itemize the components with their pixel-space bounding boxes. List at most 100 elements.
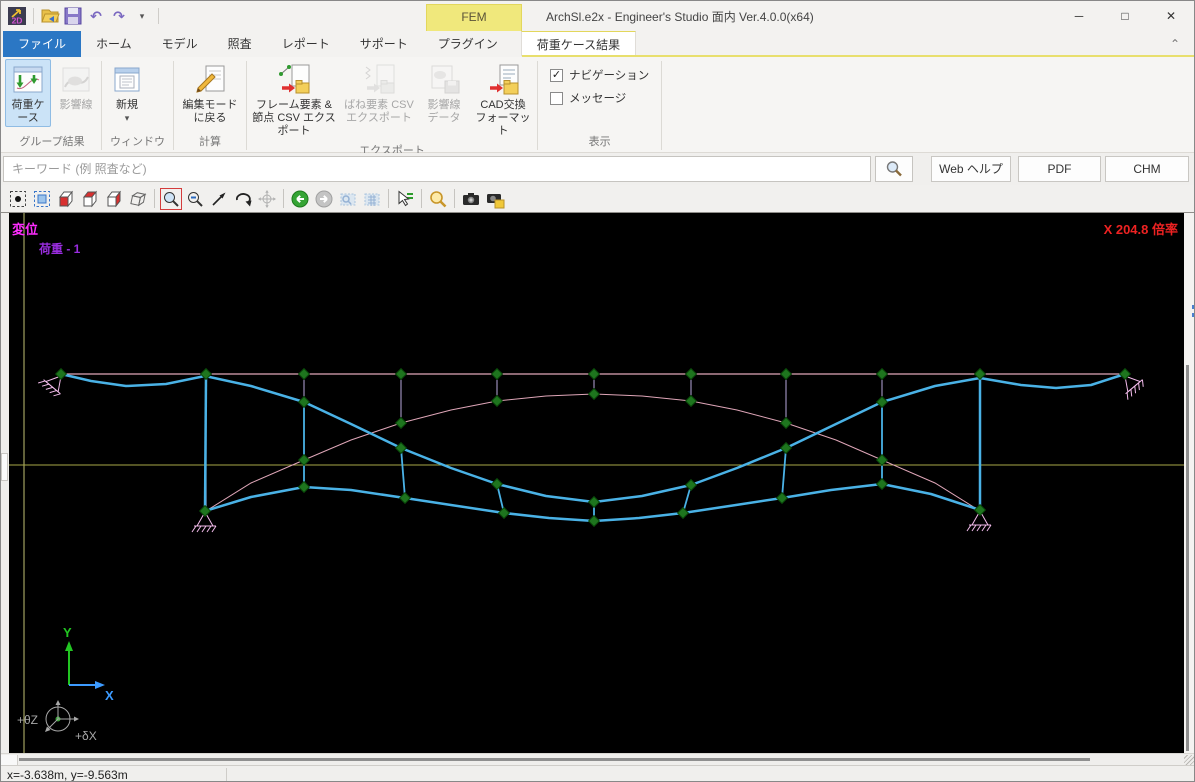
resize-grip[interactable]: [1184, 755, 1195, 765]
open-file-icon[interactable]: [40, 6, 60, 26]
zoom-out-icon[interactable]: [184, 188, 206, 210]
window-title: ArchSl.e2x - Engineer's Studio 面内 Ver.4.…: [546, 8, 814, 25]
group-separator: [246, 61, 247, 150]
ribbon-group-window: 新規 ▾ ウィンドウ: [104, 59, 171, 152]
influence-line-button: 影響線: [53, 59, 99, 114]
tab-home[interactable]: ホーム: [81, 31, 147, 57]
chevron-down-icon: ▾: [140, 11, 145, 22]
load-case-button[interactable]: 荷重ケース: [5, 59, 51, 127]
view-back-icon[interactable]: [289, 188, 311, 210]
group-separator: [173, 61, 174, 150]
view-forward-icon: [313, 188, 335, 210]
pdf-help-button[interactable]: PDF: [1018, 156, 1101, 182]
measure-arrow-icon[interactable]: [208, 188, 230, 210]
back-to-edit-mode-button[interactable]: 編集モード に戻る: [176, 59, 244, 127]
view-toolbar: [1, 185, 1194, 213]
application-window: 2D ↶ ↷ ▾ FEM ArchSl.e2x - Engineer's Stu…: [0, 0, 1195, 782]
zoom-extents-icon[interactable]: [31, 188, 53, 210]
snapshot-save-icon[interactable]: [484, 188, 506, 210]
panel-splitter-grip[interactable]: [1, 453, 8, 481]
select-region-icon[interactable]: [7, 188, 29, 210]
tab-model[interactable]: モデル: [147, 31, 213, 57]
left-panel-strip: [1, 213, 9, 753]
group-label-display: 表示: [540, 132, 659, 152]
group-label-calculation: 計算: [176, 132, 244, 152]
window-controls: ─ □ ✕: [1056, 1, 1194, 30]
result-type-label: 変位: [12, 219, 38, 238]
scale-factor-label: X 204.8 倍率: [1104, 219, 1178, 238]
ribbon-group-export: フレーム要素 & 節点 CSV エクスポート ばね要素 CSV エクスポート 影…: [249, 59, 535, 152]
keyword-search-input[interactable]: [3, 156, 871, 182]
tab-load-case-results[interactable]: 荷重ケース結果: [521, 31, 636, 57]
tab-plugin[interactable]: プラグイン: [423, 31, 513, 57]
edit-mode-icon: [193, 63, 227, 97]
ribbon-tabs: ファイル ホーム モデル 照査 レポート サポート プラグイン 荷重ケース結果: [3, 31, 636, 57]
rotate-view-icon[interactable]: [232, 188, 254, 210]
horizontal-scrollbar-thumb[interactable]: [19, 758, 1090, 761]
group-separator: [661, 61, 662, 150]
customize-quick-access-icon[interactable]: ▾: [132, 6, 152, 26]
toolbar-separator: [454, 189, 455, 208]
status-divider: [226, 768, 227, 781]
x-axis-label: X: [105, 688, 114, 703]
contextual-tab-group-fem: FEM: [426, 4, 522, 31]
scrollbar-corner-box: [1, 755, 18, 765]
message-checkbox[interactable]: メッセージ: [550, 90, 649, 106]
zoom-window-icon[interactable]: [160, 188, 182, 210]
rotation-z-label: +θZ: [17, 713, 38, 727]
ribbon-group-calculation: 編集モード に戻る 計算: [176, 59, 244, 152]
separator: [33, 8, 34, 24]
svg-text:2D: 2D: [12, 16, 23, 26]
ribbon-collapse-button[interactable]: ⌃: [1164, 34, 1186, 54]
web-help-button[interactable]: Web ヘルプ: [931, 156, 1011, 182]
pick-list-icon[interactable]: [394, 188, 416, 210]
new-window-icon: [110, 63, 144, 97]
chm-help-button[interactable]: CHM: [1105, 156, 1189, 182]
influence-line-data-icon: [427, 63, 461, 97]
close-button[interactable]: ✕: [1148, 1, 1194, 30]
result-canvas[interactable]: [9, 213, 1184, 753]
group-label-results: グループ結果: [5, 132, 99, 152]
new-window-button[interactable]: 新規 ▾: [104, 59, 150, 126]
tab-verification[interactable]: 照査: [213, 31, 267, 57]
maximize-button[interactable]: □: [1102, 1, 1148, 30]
vertical-scrollbar[interactable]: [1184, 213, 1195, 753]
save-file-icon[interactable]: [63, 6, 83, 26]
find-icon[interactable]: [427, 188, 449, 210]
search-button[interactable]: [875, 156, 913, 182]
influence-line-icon: [59, 63, 93, 97]
spring-csv-export-icon: [362, 63, 396, 97]
tab-report[interactable]: レポート: [267, 31, 345, 57]
tab-support[interactable]: サポート: [345, 31, 423, 57]
group-separator: [101, 61, 102, 150]
result-view-area: 変位 荷重 - 1 X 204.8 倍率 Y X +θZ +δX: [1, 213, 1195, 765]
load-case-label: 荷重 - 1: [39, 240, 80, 257]
chevron-down-icon: ▾: [125, 113, 130, 124]
view-cube-right-icon[interactable]: [103, 188, 125, 210]
toolbar-separator: [283, 189, 284, 208]
view-cube-top-icon[interactable]: [79, 188, 101, 210]
saved-view-add-icon: [361, 188, 383, 210]
pan-icon: [256, 188, 278, 210]
help-search-row: Web ヘルプ PDF CHM: [1, 153, 1194, 185]
load-case-icon: [11, 63, 45, 97]
navigation-checkbox[interactable]: ✓ ナビゲーション: [550, 67, 649, 83]
undo-icon[interactable]: ↶: [86, 6, 106, 26]
redo-icon[interactable]: ↷: [109, 6, 129, 26]
message-checkbox-label: メッセージ: [569, 90, 626, 106]
ribbon-group-results: 荷重ケース 影響線 グループ結果: [5, 59, 99, 152]
status-bar: x=-3.638m, y=-9.563m: [1, 765, 1194, 782]
view-cube-front-icon[interactable]: [55, 188, 77, 210]
title-bar: 2D ↶ ↷ ▾ FEM ArchSl.e2x - Engineer's Stu…: [1, 1, 1194, 31]
cad-exchange-format-button[interactable]: CAD交換 フォーマット: [471, 59, 535, 141]
vertical-scrollbar-thumb[interactable]: [1186, 365, 1189, 751]
frame-node-csv-export-button[interactable]: フレーム要素 & 節点 CSV エクスポート: [249, 59, 339, 141]
minimize-button[interactable]: ─: [1056, 1, 1102, 30]
snapshot-icon[interactable]: [460, 188, 482, 210]
ribbon: 荷重ケース 影響線 グループ結果 新規 ▾ ウィンドウ: [1, 57, 1194, 153]
checkbox-checked-icon: ✓: [550, 69, 563, 82]
checkbox-unchecked-icon: [550, 92, 563, 105]
view-wireframe-icon[interactable]: [127, 188, 149, 210]
cursor-coordinates: x=-3.638m, y=-9.563m: [7, 768, 128, 782]
tab-file[interactable]: ファイル: [3, 31, 81, 57]
